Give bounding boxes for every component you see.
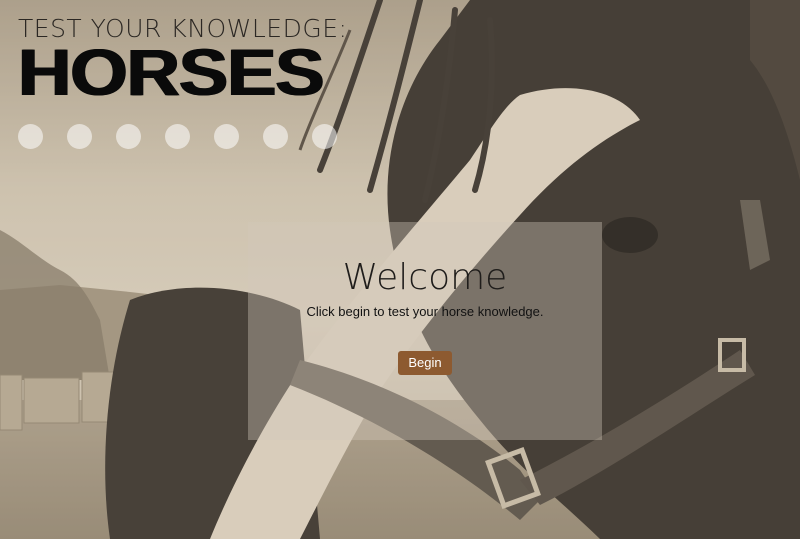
brand-title: HORSES [18, 35, 325, 109]
progress-dot [116, 124, 141, 149]
progress-dot [67, 124, 92, 149]
question-progress-dots [18, 124, 337, 149]
welcome-heading: Welcome [342, 257, 508, 298]
quiz-page: TEST YOUR KNOWLEDGE: HORSES Welcome Clic… [0, 0, 800, 539]
progress-dot [214, 124, 239, 149]
welcome-card: Welcome Click begin to test your horse k… [248, 222, 602, 440]
progress-dot [312, 124, 337, 149]
begin-button[interactable]: Begin [398, 351, 452, 375]
progress-dot [263, 124, 288, 149]
progress-dot [18, 124, 43, 149]
welcome-subtitle: Click begin to test your horse knowledge… [306, 304, 544, 319]
progress-dot [165, 124, 190, 149]
quiz-brand: TEST YOUR KNOWLEDGE: HORSES [18, 14, 347, 105]
